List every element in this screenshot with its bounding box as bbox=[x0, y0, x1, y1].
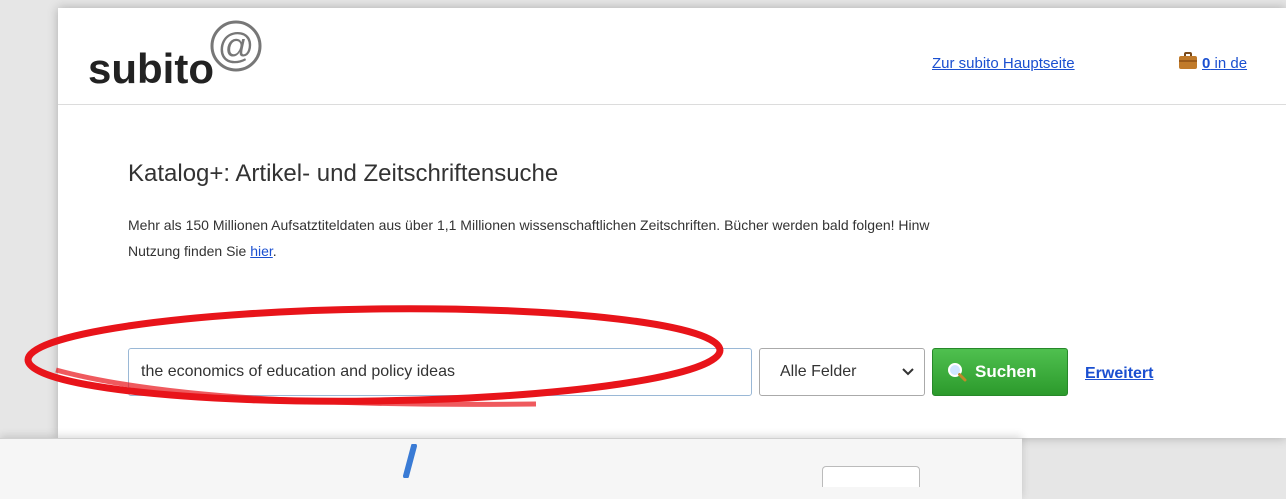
main-site-link[interactable]: Zur subito Hauptseite bbox=[932, 55, 1075, 72]
description-suffix: . bbox=[272, 243, 277, 259]
blue-pen-stroke bbox=[403, 444, 417, 478]
description-line-2: Nutzung finden Sie hier. bbox=[128, 238, 930, 264]
briefcase-icon[interactable] bbox=[1178, 52, 1198, 70]
logo-text: subito bbox=[88, 45, 214, 92]
site-header: subito @ Zur subito Hauptseite 0 in de bbox=[58, 8, 1286, 105]
search-input[interactable]: the economics of education and policy id… bbox=[128, 348, 752, 396]
help-link[interactable]: hier bbox=[250, 243, 273, 259]
catalog-description: Mehr als 150 Millionen Aufsatztiteldaten… bbox=[128, 212, 930, 264]
chevron-down-icon bbox=[902, 368, 914, 376]
browser-page: subito @ Zur subito Hauptseite 0 in de K… bbox=[58, 8, 1286, 438]
advanced-search-link[interactable]: Erweitert bbox=[1085, 365, 1153, 383]
logo-symbol: @ bbox=[218, 25, 255, 66]
description-line-1: Mehr als 150 Millionen Aufsatztiteldaten… bbox=[128, 217, 930, 233]
at-icon: @ bbox=[210, 20, 262, 72]
field-select[interactable]: Alle Felder bbox=[759, 348, 925, 396]
page-title: Katalog+: Artikel- und Zeitschriftensuch… bbox=[128, 160, 559, 187]
magnifier-icon bbox=[948, 363, 967, 382]
search-button[interactable]: Suchen bbox=[932, 348, 1068, 396]
lower-panel-button[interactable] bbox=[822, 466, 920, 487]
description-prefix: Nutzung finden Sie bbox=[128, 243, 251, 259]
search-button-label: Suchen bbox=[975, 362, 1037, 381]
field-select-value: Alle Felder bbox=[780, 363, 857, 380]
cart-link[interactable]: 0 in de bbox=[1202, 55, 1247, 72]
subito-logo[interactable]: subito @ bbox=[88, 20, 262, 92]
cart-text: in de bbox=[1214, 55, 1248, 72]
cart-count: 0 bbox=[1202, 55, 1211, 72]
